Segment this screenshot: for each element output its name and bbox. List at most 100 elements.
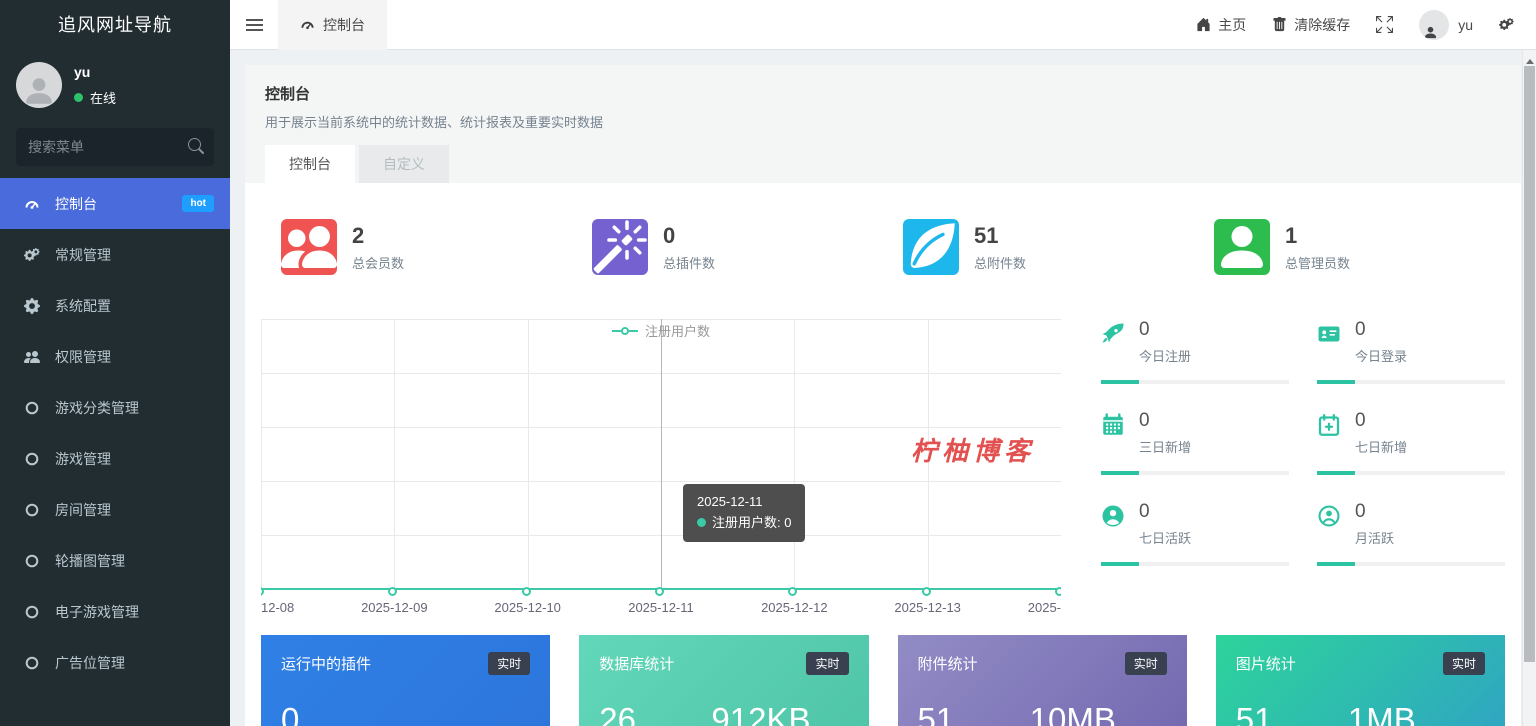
progress-bar — [1101, 562, 1289, 566]
sidebar-item-3[interactable]: 权限管理 — [0, 331, 230, 382]
mini-stat-5: 0月活跃 — [1317, 501, 1505, 566]
summary-value: 51 — [974, 222, 1026, 250]
progress-bar — [1317, 562, 1505, 566]
tab-custom[interactable]: 自定义 — [359, 145, 449, 183]
realtime-card-title: 运行中的插件 — [281, 653, 371, 674]
circle-outline-icon — [24, 604, 46, 620]
legend-line-icon — [612, 330, 621, 332]
scrollbar[interactable] — [1522, 50, 1536, 726]
mini-stat-label: 三日新增 — [1139, 437, 1191, 456]
realtime-card-1[interactable]: 数据库统计实时26912KB — [579, 635, 868, 726]
realtime-value: 26 — [599, 701, 711, 726]
data-point-marker — [922, 587, 931, 596]
id-card-icon — [1317, 322, 1341, 365]
search-input[interactable] — [16, 128, 214, 166]
trash-icon — [1272, 17, 1287, 32]
mini-stat-value: 0 — [1355, 319, 1407, 341]
brand-title: 追风网址导航 — [0, 0, 230, 50]
user-dropdown[interactable]: yu — [1419, 10, 1473, 40]
home-icon — [1196, 17, 1211, 32]
settings-button[interactable] — [1499, 17, 1514, 32]
gridline — [394, 319, 395, 589]
scrollbar-thumb[interactable] — [1524, 66, 1535, 662]
x-axis-tick-label: 2025-12-13 — [894, 600, 961, 615]
sidebar-item-2[interactable]: 系统配置 — [0, 280, 230, 331]
x-axis-tick-label: 2025-12-12 — [761, 600, 828, 615]
magic-wand-icon — [592, 219, 648, 275]
tooltip-value: 注册用户数: 0 — [697, 513, 791, 534]
user-circle-outline-icon — [1317, 504, 1341, 547]
summary-card-1[interactable]: 0总插件数 — [572, 219, 883, 275]
expand-icon — [1376, 16, 1393, 33]
sidebar-item-6[interactable]: 房间管理 — [0, 484, 230, 535]
realtime-value: 10MB — [1030, 701, 1116, 726]
fullscreen-button[interactable] — [1376, 16, 1393, 33]
sidebar-item-8[interactable]: 电子游戏管理 — [0, 586, 230, 637]
search-icon[interactable] — [188, 138, 204, 154]
realtime-badge: 实时 — [1125, 652, 1167, 675]
sidebar-item-9[interactable]: 广告位管理 — [0, 637, 230, 688]
mini-stat-0: 0今日注册 — [1101, 319, 1289, 384]
realtime-badge: 实时 — [1443, 652, 1485, 675]
sidebar-item-1[interactable]: 常规管理 — [0, 229, 230, 280]
summary-value: 0 — [663, 222, 715, 250]
legend-line-icon — [629, 330, 638, 332]
progress-fill — [1317, 471, 1355, 475]
page-title: 控制台 — [265, 83, 1501, 104]
home-button[interactable]: 主页 — [1196, 15, 1246, 35]
realtime-card-2[interactable]: 附件统计实时5110MB — [898, 635, 1187, 726]
chart-tooltip: 2025-12-11 注册用户数: 0 — [683, 484, 805, 542]
topbar-username: yu — [1458, 17, 1473, 33]
hamburger-menu-icon[interactable] — [230, 0, 278, 50]
sidebar-item-4[interactable]: 游戏分类管理 — [0, 382, 230, 433]
dashboard-icon — [300, 17, 315, 32]
circle-outline-icon — [24, 655, 46, 671]
summary-card-0[interactable]: 2总会员数 — [261, 219, 572, 275]
mini-stat-label: 今日登录 — [1355, 346, 1407, 365]
summary-card-2[interactable]: 51 总附件数 — [883, 219, 1194, 275]
tab-dashboard[interactable]: 控制台 — [265, 145, 355, 183]
dashboard-panel: 控制台 用于展示当前系统中的统计数据、统计报表及重要实时数据 控制台 自定义 2… — [245, 65, 1521, 726]
gridline — [261, 319, 262, 589]
realtime-card-0[interactable]: 运行中的插件实时0 — [261, 635, 550, 726]
tooltip-date: 2025-12-11 — [697, 492, 791, 513]
dashboard-icon — [24, 196, 46, 212]
online-dot-icon — [74, 93, 83, 102]
sidebar-item-label: 控制台 — [55, 194, 182, 214]
sidebar-item-label: 权限管理 — [55, 347, 214, 367]
x-axis-tick-label: 2025-12-14 — [1028, 600, 1061, 615]
leaf-icon — [903, 219, 959, 275]
realtime-value: 0 — [281, 701, 393, 726]
sidebar-item-7[interactable]: 轮播图管理 — [0, 535, 230, 586]
page-description: 用于展示当前系统中的统计数据、统计报表及重要实时数据 — [265, 112, 1501, 131]
realtime-card-3[interactable]: 图片统计实时511MB — [1216, 635, 1505, 726]
topbar-tab-dashboard[interactable]: 控制台 — [278, 0, 387, 50]
sidebar: 追风网址导航 yu 在线 控制台hot常规管理系统配置权限管理游戏分类管理游戏管… — [0, 0, 230, 726]
summary-label: 总附件数 — [974, 253, 1026, 272]
sidebar-item-label: 房间管理 — [55, 500, 214, 520]
chart-legend[interactable]: 注册用户数 — [612, 321, 710, 340]
mini-stat-1: 0 今日登录 — [1317, 319, 1505, 384]
clear-cache-button[interactable]: 清除缓存 — [1272, 15, 1350, 35]
summary-card-3[interactable]: 1总管理员数 — [1194, 219, 1505, 275]
sidebar-item-label: 游戏管理 — [55, 449, 214, 469]
mini-stat-value: 0 — [1139, 319, 1191, 341]
realtime-card-title: 数据库统计 — [599, 653, 674, 674]
sidebar-menu: 控制台hot 常规管理系统配置权限管理游戏分类管理游戏管理房间管理轮播图管理电子游… — [0, 178, 230, 688]
series-dot-icon — [697, 518, 706, 527]
summary-label: 总管理员数 — [1285, 253, 1350, 272]
scroll-up-arrow-icon[interactable] — [1526, 55, 1534, 64]
sidebar-item-0[interactable]: 控制台hot — [0, 178, 230, 229]
axis-pointer-line — [661, 319, 662, 589]
registered-users-chart[interactable]: 注册用户数 2025-12-082025-12-092025-12-102025… — [261, 319, 1061, 615]
content-area: 控制台 用于展示当前系统中的统计数据、统计报表及重要实时数据 控制台 自定义 2… — [230, 50, 1536, 726]
gears-icon — [24, 247, 46, 263]
sidebar-item-5[interactable]: 游戏管理 — [0, 433, 230, 484]
mini-stat-label: 月活跃 — [1355, 528, 1394, 547]
progress-bar — [1317, 471, 1505, 475]
legend-label: 注册用户数 — [645, 321, 710, 340]
sidebar-item-label: 常规管理 — [55, 245, 214, 265]
mini-stat-2: 0三日新增 — [1101, 410, 1289, 475]
panel-header: 控制台 用于展示当前系统中的统计数据、统计报表及重要实时数据 控制台 自定义 — [245, 65, 1521, 183]
user-status: 在线 — [90, 88, 116, 107]
